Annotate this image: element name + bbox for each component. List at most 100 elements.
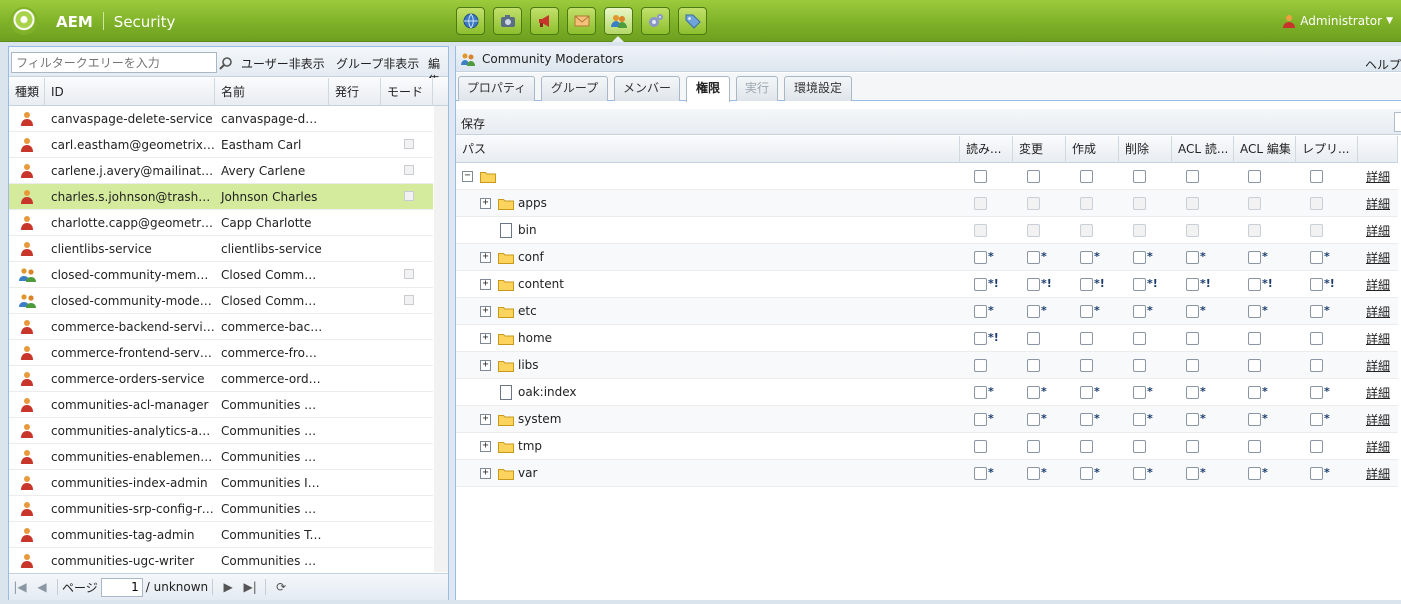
list-item[interactable]: carlene.j.avery@mailinator.... Avery Carl… bbox=[9, 158, 433, 184]
permission-checkbox[interactable] bbox=[1080, 277, 1093, 291]
permission-checkbox[interactable] bbox=[1248, 466, 1261, 480]
detail-link[interactable]: 詳細 bbox=[1358, 330, 1398, 347]
perm-col-6[interactable]: ACL 編集 bbox=[1234, 136, 1296, 163]
permission-checkbox[interactable] bbox=[974, 358, 987, 372]
path-name[interactable]: bin bbox=[518, 223, 537, 237]
list-item[interactable]: charlotte.capp@geometrixx... Capp Charlot… bbox=[9, 210, 433, 236]
list-item[interactable]: canvaspage-delete-service canvaspage-dele… bbox=[9, 106, 433, 132]
list-item[interactable]: closed-community-members Closed Communi..… bbox=[9, 262, 433, 288]
tab-1[interactable]: グループ bbox=[541, 76, 608, 101]
perm-col-0[interactable]: パス bbox=[456, 136, 960, 163]
permission-checkbox[interactable] bbox=[1133, 304, 1146, 318]
permission-checkbox[interactable] bbox=[1080, 412, 1093, 426]
expand-icon[interactable]: + bbox=[480, 359, 491, 371]
permission-checkbox[interactable] bbox=[1133, 331, 1146, 345]
list-item[interactable]: commerce-backend-service commerce-backe..… bbox=[9, 314, 433, 340]
list-item[interactable]: communities-ugc-writer Communities UG... bbox=[9, 548, 433, 574]
expand-icon[interactable]: + bbox=[480, 332, 491, 344]
help-button[interactable]: ヘルプ bbox=[1365, 56, 1401, 73]
list-item[interactable]: communities-tag-admin Communities Ta... bbox=[9, 522, 433, 548]
permission-checkbox[interactable] bbox=[1080, 466, 1093, 480]
mode-checkbox[interactable] bbox=[404, 139, 414, 149]
permission-checkbox[interactable] bbox=[1133, 358, 1146, 372]
permission-checkbox[interactable] bbox=[1248, 439, 1261, 453]
path-name[interactable]: home bbox=[518, 331, 552, 345]
permission-checkbox[interactable] bbox=[1186, 277, 1199, 291]
page-number-input[interactable] bbox=[100, 577, 143, 597]
list-item[interactable]: communities-enablement-pr... Communities … bbox=[9, 444, 433, 470]
perm-col-5[interactable]: ACL 読... bbox=[1172, 136, 1234, 163]
permission-checkbox[interactable] bbox=[1186, 304, 1199, 318]
globe-icon[interactable] bbox=[456, 7, 485, 35]
permission-checkbox[interactable] bbox=[1310, 304, 1323, 318]
path-name[interactable]: etc bbox=[518, 304, 537, 318]
detail-link[interactable]: 詳細 bbox=[1358, 411, 1398, 428]
list-item[interactable]: communities-srp-config-rea... Communities… bbox=[9, 496, 433, 522]
refresh-icon[interactable]: ⟳ bbox=[270, 580, 292, 594]
permission-checkbox[interactable] bbox=[1248, 169, 1261, 183]
permission-checkbox[interactable] bbox=[1310, 385, 1323, 399]
perm-col-1[interactable]: 読み... bbox=[960, 136, 1013, 163]
last-page-icon[interactable]: ▶| bbox=[239, 580, 261, 594]
permission-checkbox[interactable] bbox=[1080, 439, 1093, 453]
permission-checkbox[interactable] bbox=[1027, 466, 1040, 480]
permission-checkbox[interactable] bbox=[1186, 466, 1199, 480]
permission-checkbox[interactable] bbox=[1133, 250, 1146, 264]
perm-col-3[interactable]: 作成 bbox=[1066, 136, 1119, 163]
tab-2[interactable]: メンバー bbox=[614, 76, 680, 101]
path-name[interactable]: content bbox=[518, 277, 564, 291]
expand-icon[interactable]: + bbox=[480, 413, 491, 425]
permission-checkbox[interactable] bbox=[1080, 358, 1093, 372]
camera-icon[interactable] bbox=[493, 7, 522, 35]
permission-checkbox[interactable] bbox=[1027, 439, 1040, 453]
list-item[interactable]: carl.eastham@geometrixx-... Eastham Carl bbox=[9, 132, 433, 158]
permission-checkbox[interactable] bbox=[1310, 412, 1323, 426]
tab-5[interactable]: 環境設定 bbox=[784, 76, 852, 101]
permission-checkbox[interactable] bbox=[1186, 412, 1199, 426]
permission-checkbox[interactable] bbox=[1080, 331, 1093, 345]
first-page-icon[interactable]: |◀ bbox=[9, 580, 31, 594]
tab-0[interactable]: プロパティ bbox=[458, 76, 535, 101]
col-mode[interactable]: モード bbox=[381, 78, 433, 106]
permission-checkbox[interactable] bbox=[1310, 439, 1323, 453]
permission-checkbox[interactable] bbox=[974, 466, 987, 480]
permission-checkbox[interactable] bbox=[1248, 358, 1261, 372]
col-name[interactable]: 名前 bbox=[215, 78, 329, 106]
hide-groups-button[interactable]: グループ非表示 bbox=[336, 55, 419, 72]
aem-logo-icon[interactable] bbox=[10, 7, 38, 35]
permission-checkbox[interactable] bbox=[1027, 277, 1040, 291]
filter-input[interactable] bbox=[11, 52, 217, 73]
users-icon[interactable] bbox=[604, 7, 633, 35]
permission-checkbox[interactable] bbox=[1027, 331, 1040, 345]
permission-checkbox[interactable] bbox=[1080, 304, 1093, 318]
detail-link[interactable]: 詳細 bbox=[1358, 222, 1398, 239]
search-icon[interactable] bbox=[217, 52, 235, 73]
path-name[interactable]: var bbox=[518, 466, 537, 480]
permission-checkbox[interactable] bbox=[1080, 250, 1093, 264]
permission-checkbox[interactable] bbox=[1133, 169, 1146, 183]
permission-checkbox[interactable] bbox=[1027, 385, 1040, 399]
permission-checkbox[interactable] bbox=[1248, 277, 1261, 291]
list-item[interactable]: commerce-frontend-service commerce-fronte… bbox=[9, 340, 433, 366]
col-published[interactable]: 発行 bbox=[329, 78, 381, 106]
detail-link[interactable]: 詳細 bbox=[1358, 384, 1398, 401]
permission-checkbox[interactable] bbox=[1186, 358, 1199, 372]
detail-link[interactable]: 詳細 bbox=[1358, 438, 1398, 455]
permission-checkbox[interactable] bbox=[1310, 466, 1323, 480]
detail-link[interactable]: 詳細 bbox=[1358, 249, 1398, 266]
envelope-icon[interactable] bbox=[567, 7, 596, 35]
list-item[interactable]: communities-acl-manager Communities AC... bbox=[9, 392, 433, 418]
path-name[interactable]: system bbox=[518, 412, 561, 426]
permission-checkbox[interactable] bbox=[974, 169, 987, 183]
permission-checkbox[interactable] bbox=[1186, 385, 1199, 399]
permission-checkbox[interactable] bbox=[1186, 331, 1199, 345]
permission-checkbox[interactable] bbox=[1310, 250, 1323, 264]
permission-checkbox[interactable] bbox=[1248, 331, 1261, 345]
detail-link[interactable]: 詳細 bbox=[1358, 357, 1398, 374]
detail-link[interactable]: 詳細 bbox=[1358, 195, 1398, 212]
expand-icon[interactable]: + bbox=[480, 278, 491, 290]
expand-icon[interactable]: + bbox=[480, 197, 491, 209]
permission-checkbox[interactable] bbox=[974, 331, 987, 345]
permission-checkbox[interactable] bbox=[1027, 304, 1040, 318]
tab-3[interactable]: 権限 bbox=[686, 76, 730, 102]
